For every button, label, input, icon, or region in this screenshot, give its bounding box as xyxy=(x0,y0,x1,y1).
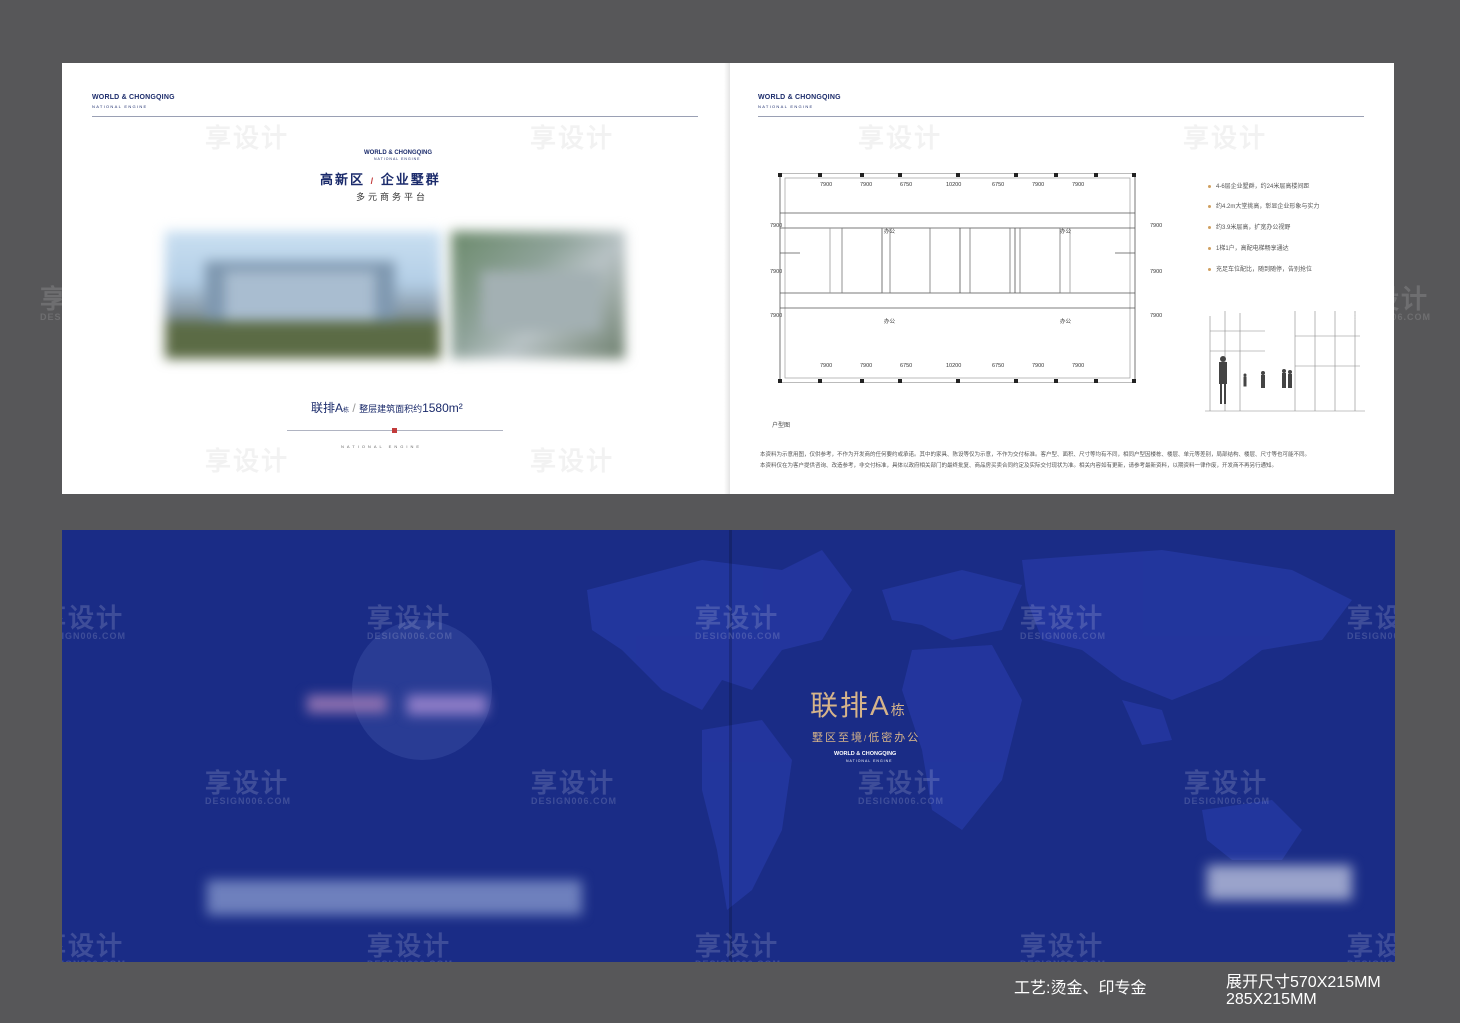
center-logo-sub: NATIONAL ENGINE xyxy=(374,157,421,161)
header-rule xyxy=(92,116,698,117)
unit-separator: / xyxy=(352,401,356,415)
back-cover-logo-blur xyxy=(407,695,487,715)
feature-item: 约3.9米层高，扩宽办公视野 xyxy=(1208,222,1290,231)
aerial-rendering-image xyxy=(451,231,625,359)
cover-tagline-b: 低密办公 xyxy=(868,732,921,744)
dim-bottom: 7900 xyxy=(1032,363,1045,369)
cover-brand-sub: NATIONAL ENGINE xyxy=(846,759,893,763)
dim-bottom: 7900 xyxy=(860,363,873,369)
feature-item: 充足车位配比，随到随停，告别抢位 xyxy=(1208,264,1312,273)
cover-title: 联排A栋 xyxy=(810,684,907,724)
dim-left: 7900 xyxy=(770,269,783,275)
dim-left: 7900 xyxy=(770,313,783,319)
dim-top: 7900 xyxy=(860,182,873,188)
disclaimer-line: 本资料为示意用图，仅供参考，不作为开发商的任何要约或承诺。其中的家具、陈设等仅为… xyxy=(760,452,1311,458)
dim-top: 10200 xyxy=(946,182,962,188)
cover-tagline: 墅区至境/低密办公 xyxy=(812,729,920,745)
process-spec: 工艺:烫金、印专金 xyxy=(1014,980,1147,997)
headline-part-a: 高新区 xyxy=(320,172,366,187)
room-label-office: 办公 xyxy=(884,229,896,235)
dim-right: 7900 xyxy=(1150,269,1163,275)
header-rule xyxy=(758,116,1364,117)
dim-left: 7900 xyxy=(770,223,783,229)
headline-separator: / xyxy=(370,176,376,186)
footer-tag: NATIONAL ENGINE xyxy=(341,444,423,449)
back-cover-contact-blur xyxy=(207,880,582,915)
unit-label: 联排A xyxy=(311,401,344,415)
dim-top: 6750 xyxy=(900,182,913,188)
disclaimer-line: 本资料仅在为客户提供咨询、改造参考，非交付标准，具体以政府相关部门的最终批复、商… xyxy=(760,463,1278,469)
unit-area-line: 联排A栋 / 整层建筑面积约1580m² xyxy=(311,399,463,416)
building-rendering-image xyxy=(165,231,441,359)
room-label-office: 办公 xyxy=(1060,229,1072,235)
dim-right: 7900 xyxy=(1150,313,1163,319)
office-interior-illustration xyxy=(1205,311,1365,412)
footer-seal-mark xyxy=(392,428,397,433)
feature-item: 4-6层企业墅群，约24米层高楼间距 xyxy=(1208,181,1309,190)
header-brand: WORLD & CHONGQING xyxy=(758,94,841,101)
cover-title-suffix: 栋 xyxy=(890,702,907,718)
dim-bottom: 7900 xyxy=(1072,363,1085,369)
cover-spine xyxy=(729,530,732,962)
cover-title-main: 联排A xyxy=(810,690,891,721)
dim-right: 7900 xyxy=(1150,223,1163,229)
feature-item: 1梯1户，高配电梯畅享通达 xyxy=(1208,243,1289,252)
area-value: 1580m² xyxy=(422,401,463,415)
front-cover-developer-blur xyxy=(1207,865,1352,900)
unit-suffix: 栋 xyxy=(343,408,350,414)
header-brand-sub: NATIONAL ENGINE xyxy=(758,104,814,109)
subline: 多元商务平台 xyxy=(356,192,429,202)
left-inner-page: WORLD & CHONGQING NATIONAL ENGINE WORLD … xyxy=(62,63,728,494)
dim-bottom: 7900 xyxy=(820,363,833,369)
brochure-cover-spread: 联排A栋 墅区至境/低密办公 WORLD & CHONGQING NATIONA… xyxy=(62,530,1395,962)
dim-bottom: 6750 xyxy=(992,363,1005,369)
room-label-office: 办公 xyxy=(1060,319,1072,325)
size-single-spec: 285X215MM xyxy=(1226,991,1317,1008)
dim-top: 7900 xyxy=(820,182,833,188)
dim-bottom: 6750 xyxy=(900,363,913,369)
dim-top: 7900 xyxy=(1032,182,1045,188)
room-label-office: 办公 xyxy=(884,319,896,325)
back-cover-logo-blur xyxy=(307,695,387,713)
right-inner-page: WORLD & CHONGQING NATIONAL ENGINE 7900 7… xyxy=(730,63,1394,494)
plan-caption: 户型图 xyxy=(772,423,791,429)
size-open-spec: 展开尺寸570X215MM xyxy=(1226,974,1381,991)
floor-plan-drawing xyxy=(778,173,1136,383)
header-brand: WORLD & CHONGQING xyxy=(92,94,175,101)
feature-item: 约4.2m大堂挑高，彰显企业形象与实力 xyxy=(1208,201,1319,210)
headline: 高新区 / 企业墅群 xyxy=(320,169,441,188)
cover-tagline-a: 墅区至境 xyxy=(812,732,864,744)
area-label: 整层建筑面积约 xyxy=(359,404,423,414)
cover-brand: WORLD & CHONGQING xyxy=(834,751,897,757)
header-brand-sub: NATIONAL ENGINE xyxy=(92,104,148,109)
dim-top: 7900 xyxy=(1072,182,1085,188)
dim-top: 6750 xyxy=(992,182,1005,188)
headline-part-b: 企业墅群 xyxy=(380,172,441,187)
dim-bottom: 10200 xyxy=(946,363,962,369)
center-logo-brand: WORLD & CHONGQING xyxy=(364,150,432,156)
